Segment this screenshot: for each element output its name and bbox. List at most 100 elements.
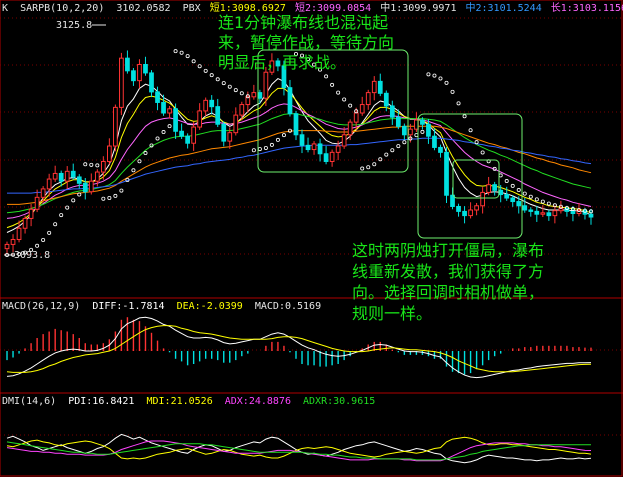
candle xyxy=(257,92,263,99)
macd-title: MACD(26,12,9) xyxy=(2,301,80,312)
candle xyxy=(456,205,461,212)
candle xyxy=(100,160,106,173)
candle xyxy=(389,105,395,118)
candle xyxy=(227,132,233,142)
candle xyxy=(119,57,124,108)
candle xyxy=(377,80,383,94)
macd-value: MACD:0.5169 xyxy=(255,301,321,312)
macd-dea: DEA:-2.0399 xyxy=(177,301,243,312)
candle xyxy=(546,212,552,217)
dmi-pdi: PDI:16.8421 xyxy=(68,396,134,407)
candle xyxy=(353,112,359,123)
header-mid2: 中2:3101.5244 xyxy=(466,1,542,14)
candle xyxy=(516,201,522,207)
candle xyxy=(215,106,221,125)
candle xyxy=(137,63,142,82)
candle xyxy=(395,116,401,127)
dmi-header: DMI(14,6) PDI:16.8421 MDI:21.0526 ADX:24… xyxy=(2,396,375,407)
candle xyxy=(197,110,203,128)
candle xyxy=(504,194,510,199)
candle xyxy=(149,72,154,93)
candle xyxy=(432,135,437,148)
candle xyxy=(34,196,40,210)
candle xyxy=(408,128,413,136)
candle xyxy=(82,182,88,193)
candle xyxy=(221,123,227,142)
candle xyxy=(58,172,64,182)
candle xyxy=(347,121,353,136)
candle xyxy=(113,106,118,147)
header-indicator: SARPB(10,2,20) xyxy=(20,3,104,14)
candle xyxy=(52,172,58,180)
candle xyxy=(293,113,299,136)
candle xyxy=(233,114,239,134)
top-note-line-3: 明显后，再求战。 xyxy=(218,53,346,72)
candle xyxy=(299,134,305,146)
candle xyxy=(588,213,594,218)
header-value: 3102.0582 xyxy=(116,3,170,14)
candle xyxy=(311,143,317,151)
candle xyxy=(426,123,431,137)
candle xyxy=(492,184,498,191)
candle xyxy=(106,145,112,162)
candle xyxy=(209,99,215,108)
candle xyxy=(185,135,190,144)
candle xyxy=(70,170,76,178)
candle xyxy=(522,205,528,211)
candle xyxy=(191,126,197,144)
candle xyxy=(155,91,160,103)
candle xyxy=(10,239,16,245)
candle xyxy=(552,210,558,217)
candle xyxy=(365,92,371,106)
candle xyxy=(474,205,479,211)
dmi-title: DMI(14,6) xyxy=(2,396,56,407)
candle xyxy=(203,99,209,112)
candle xyxy=(22,217,28,229)
header-mid1: 中1:3099.9971 xyxy=(380,1,456,14)
candle xyxy=(383,92,389,107)
candle xyxy=(131,70,136,82)
stock-chart: K SARPB(10,2,20) 3102.0582 PBX 短1:3098.6… xyxy=(0,0,623,477)
candle xyxy=(329,151,335,162)
dmi-adx: ADX:24.8876 xyxy=(225,396,291,407)
candle xyxy=(4,243,10,250)
candle xyxy=(88,180,94,193)
candle xyxy=(16,227,22,241)
candle xyxy=(341,134,347,147)
candle xyxy=(528,209,534,212)
candle xyxy=(462,210,467,217)
candle xyxy=(486,184,492,193)
header-long1: 长1:3103.1156 xyxy=(551,2,623,14)
candle xyxy=(28,208,34,219)
candle xyxy=(540,212,546,215)
candle xyxy=(40,188,46,198)
candle xyxy=(317,143,323,155)
candle xyxy=(335,145,341,153)
bottom-note-line-4: 规则一样。 xyxy=(352,304,432,323)
candle xyxy=(401,125,407,136)
dmi-mdi: MDI:21.0526 xyxy=(146,396,212,407)
header-k: K xyxy=(2,3,8,14)
candle xyxy=(46,178,52,190)
candle xyxy=(125,57,130,72)
candle xyxy=(94,171,100,182)
candle xyxy=(161,101,166,114)
bottom-note-line-1: 这时两阴烛打开僵局，瀑布 xyxy=(352,241,544,260)
header-pbx: PBX xyxy=(183,3,201,14)
low-label: 3093.8 xyxy=(14,250,50,261)
bottom-note-line-3: 向。选择回调时相机做单， xyxy=(352,283,544,302)
candle xyxy=(570,210,576,215)
candle xyxy=(371,80,377,94)
candle xyxy=(480,191,485,207)
candle xyxy=(173,108,178,132)
macd-header: MACD(26,12,9) DIFF:-1.7814 DEA:-2.0399 M… xyxy=(2,301,321,312)
candle xyxy=(420,119,425,125)
candle xyxy=(251,92,257,98)
candle xyxy=(468,209,473,217)
candle xyxy=(263,71,269,99)
top-note-line-2: 来，暂停作战，等待方向 xyxy=(218,33,394,52)
candle xyxy=(534,210,540,215)
macd-diff: DIFF:-1.7814 xyxy=(92,301,164,312)
candle xyxy=(359,104,365,114)
candle xyxy=(76,176,82,184)
